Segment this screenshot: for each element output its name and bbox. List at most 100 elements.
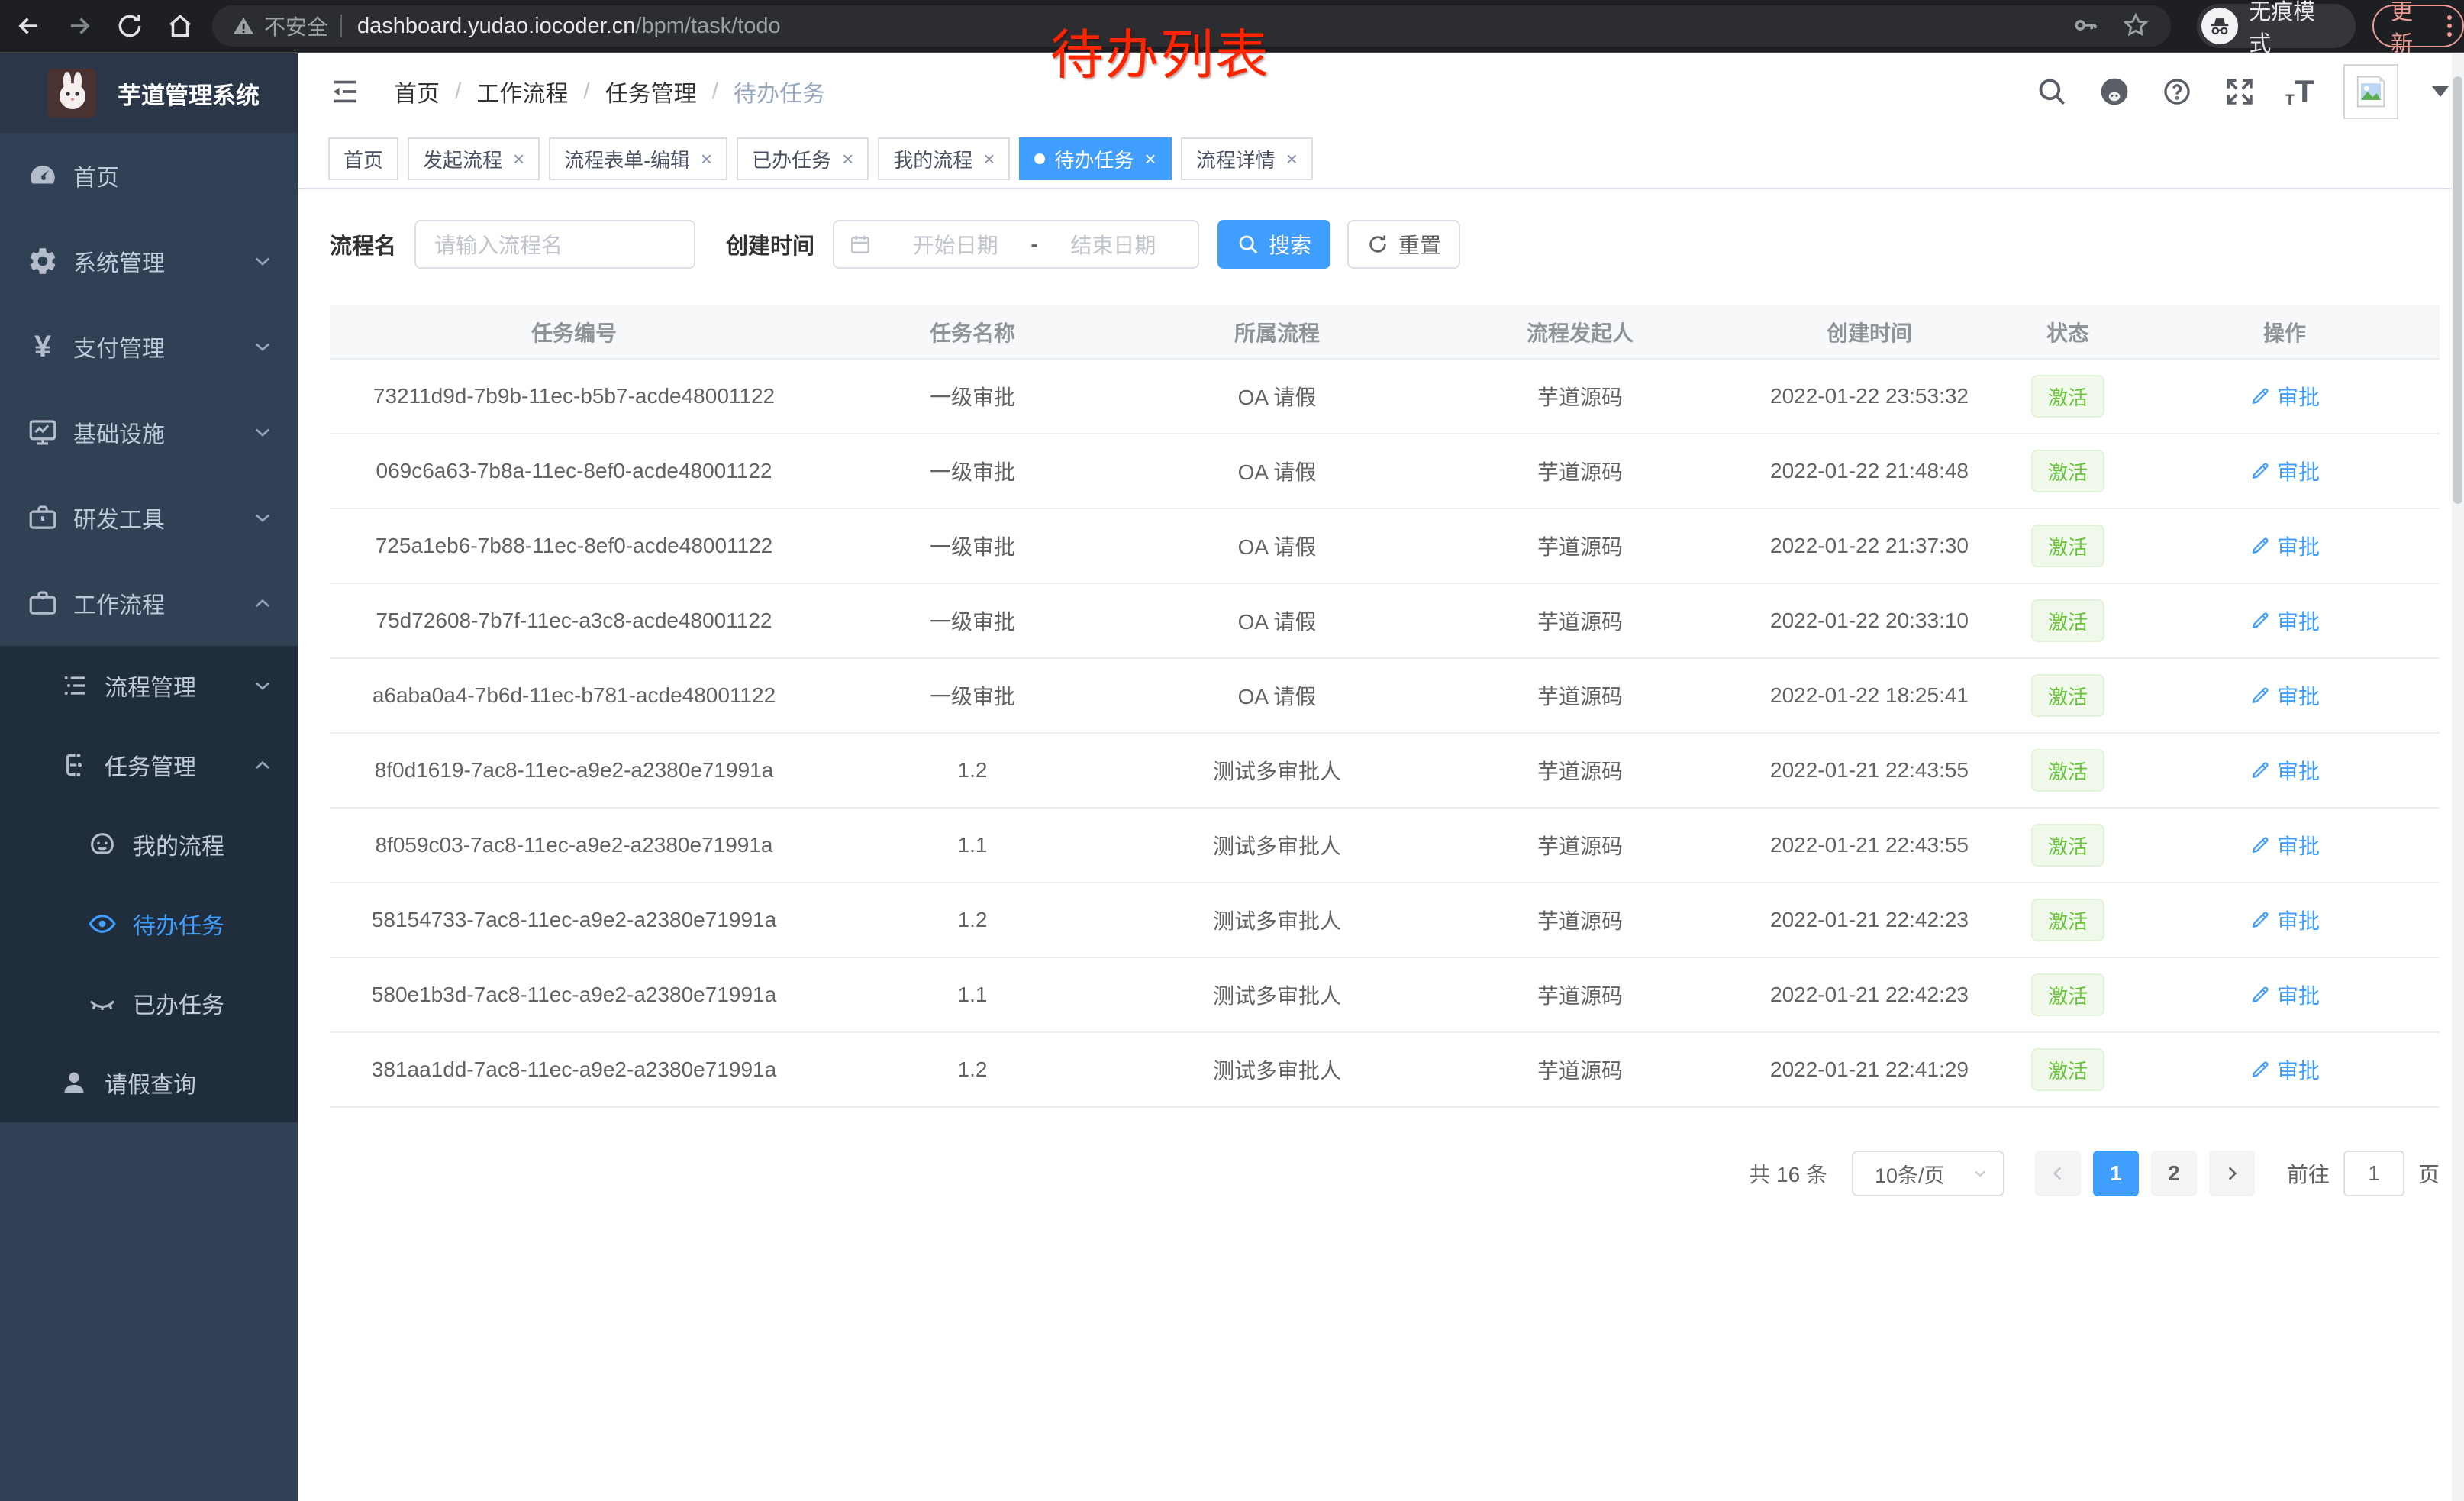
task-id-cell: a6aba0a4-7b6d-11ec-b781-acde48001122 — [330, 658, 818, 733]
scrollbar-thumb[interactable] — [2453, 76, 2462, 504]
tab-process-detail[interactable]: 流程详情× — [1181, 137, 1313, 180]
page-button-1[interactable]: 1 — [2093, 1151, 2139, 1196]
browser-home-icon[interactable] — [165, 11, 195, 41]
chevron-down-icon — [250, 249, 275, 273]
sidebar-item-process-management[interactable]: 流程管理 — [0, 646, 298, 725]
password-key-icon[interactable] — [2072, 11, 2101, 40]
goto-page-input[interactable]: 1 — [2343, 1151, 2404, 1196]
page-button-2[interactable]: 2 — [2151, 1151, 2197, 1196]
column-status: 状态 — [2006, 305, 2130, 359]
chevron-down-icon — [250, 673, 275, 698]
approve-button[interactable]: 审批 — [2250, 531, 2320, 561]
tab-form-edit[interactable]: 流程表单-编辑× — [549, 137, 727, 180]
task-id-cell: 58154733-7ac8-11ec-a9e2-a2380e71991a — [330, 883, 818, 957]
sidebar-item-my-process[interactable]: 我的流程 — [0, 805, 298, 884]
approve-button[interactable]: 审批 — [2250, 1054, 2320, 1085]
create-time-cell: 2022-01-21 22:43:55 — [1733, 808, 2006, 883]
sidebar-item-task-management[interactable]: 任务管理 — [0, 725, 298, 805]
approve-button[interactable]: 审批 — [2250, 980, 2320, 1010]
sidebar-item-home[interactable]: 首页 — [0, 133, 298, 218]
help-icon[interactable] — [2160, 75, 2194, 108]
close-icon[interactable]: × — [513, 149, 524, 169]
sidebar-item-leave-query[interactable]: 请假查询 — [0, 1043, 298, 1122]
sidebar-item-devtools[interactable]: 研发工具 — [0, 475, 298, 560]
table-row: 8f059c03-7ac8-11ec-a9e2-a2380e71991a 1.1… — [330, 808, 2440, 883]
table-row: 381aa1dd-7ac8-11ec-a9e2-a2380e71991a 1.2… — [330, 1032, 2440, 1107]
browser-back-icon[interactable] — [14, 11, 44, 41]
page-content: 流程名 请输入流程名 创建时间 开始日期 - 结束日期 — [298, 189, 2464, 1196]
close-icon[interactable]: × — [1286, 149, 1298, 169]
fullscreen-icon[interactable] — [2223, 75, 2256, 108]
table-row: 069c6a63-7b8a-11ec-8ef0-acde48001122 一级审… — [330, 434, 2440, 508]
tab-start-process[interactable]: 发起流程× — [408, 137, 540, 180]
sidebar-item-todo-tasks[interactable]: 待办任务 — [0, 884, 298, 964]
breadcrumb-task-management[interactable]: 任务管理 — [605, 75, 697, 108]
chevron-down-icon — [250, 420, 275, 444]
action-cell: 审批 — [2130, 434, 2440, 508]
approve-button[interactable]: 审批 — [2250, 605, 2320, 636]
edit-pencil-icon — [2250, 760, 2271, 781]
date-range-picker[interactable]: 开始日期 - 结束日期 — [833, 220, 1199, 269]
approve-button[interactable]: 审批 — [2250, 830, 2320, 860]
github-icon[interactable] — [2098, 75, 2131, 108]
tab-done-tasks[interactable]: 已办任务× — [737, 137, 869, 180]
column-task-id: 任务编号 — [330, 305, 818, 359]
sidebar-item-system[interactable]: 系统管理 — [0, 218, 298, 304]
breadcrumb-home[interactable]: 首页 — [394, 75, 440, 108]
table-row: 8f0d1619-7ac8-11ec-a9e2-a2380e71991a 1.2… — [330, 733, 2440, 808]
avatar-dropdown-caret[interactable] — [2432, 86, 2449, 97]
sidebar-item-infrastructure[interactable]: 基础设施 — [0, 389, 298, 475]
close-icon[interactable]: × — [1145, 149, 1156, 169]
font-size-icon[interactable]: тT — [2285, 76, 2314, 108]
close-icon[interactable]: × — [842, 149, 853, 169]
process-name-input[interactable]: 请输入流程名 — [414, 220, 695, 269]
avatar[interactable] — [2343, 64, 2398, 119]
action-cell: 审批 — [2130, 733, 2440, 808]
approve-button[interactable]: 审批 — [2250, 456, 2320, 486]
search-icon[interactable] — [2035, 75, 2069, 108]
close-icon[interactable]: × — [701, 149, 712, 169]
update-button[interactable]: 更新 — [2372, 5, 2464, 47]
tab-todo-tasks[interactable]: 待办任务× — [1019, 137, 1171, 180]
start-date-placeholder: 开始日期 — [885, 229, 1026, 260]
status-badge: 激活 — [2031, 674, 2104, 717]
tab-my-process[interactable]: 我的流程× — [878, 137, 1010, 180]
reset-button[interactable]: 重置 — [1347, 220, 1460, 269]
logo-row[interactable]: 芋道管理系统 — [0, 53, 298, 133]
approve-button[interactable]: 审批 — [2250, 680, 2320, 711]
search-button[interactable]: 搜索 — [1217, 220, 1330, 269]
browser-forward-icon[interactable] — [64, 11, 95, 41]
tags-view-bar: 首页 发起流程× 流程表单-编辑× 已办任务× 我的流程× 待办任务× 流程详情… — [298, 130, 2464, 189]
breadcrumb-workflow[interactable]: 工作流程 — [476, 75, 568, 108]
address-bar[interactable]: 不安全 dashboard.yudao.iocoder.cn /bpm/task… — [212, 5, 2171, 47]
gear-icon — [26, 244, 60, 278]
tab-home[interactable]: 首页 — [328, 137, 398, 180]
edit-pencil-icon — [2250, 834, 2271, 856]
next-page-button[interactable] — [2209, 1151, 2255, 1196]
browser-menu-icon[interactable] — [2447, 15, 2452, 37]
not-secure-icon — [232, 15, 255, 37]
address-divider — [340, 15, 342, 37]
close-icon[interactable]: × — [983, 149, 995, 169]
sidebar-item-payment[interactable]: ¥ 支付管理 — [0, 304, 298, 389]
page-size-select[interactable]: 10条/页 — [1852, 1151, 2004, 1196]
approve-button[interactable]: 审批 — [2250, 905, 2320, 935]
starter-cell: 芋道源码 — [1427, 957, 1733, 1032]
starter-cell: 芋道源码 — [1427, 733, 1733, 808]
screen: 不安全 dashboard.yudao.iocoder.cn /bpm/task… — [0, 0, 2464, 1501]
approve-button[interactable]: 审批 — [2250, 381, 2320, 412]
status-cell: 激活 — [2006, 1032, 2130, 1107]
sidebar-item-workflow[interactable]: 工作流程 — [0, 560, 298, 646]
approve-button[interactable]: 审批 — [2250, 755, 2320, 786]
refresh-icon — [1366, 233, 1389, 256]
sidebar-fold-icon[interactable] — [328, 75, 362, 108]
page-scrollbar[interactable] — [2452, 53, 2464, 1501]
sidebar-item-done-tasks[interactable]: 已办任务 — [0, 964, 298, 1043]
task-id-cell: 8f0d1619-7ac8-11ec-a9e2-a2380e71991a — [330, 733, 818, 808]
bookmark-star-icon[interactable] — [2122, 11, 2151, 40]
prev-page-button[interactable] — [2035, 1151, 2081, 1196]
action-cell: 审批 — [2130, 508, 2440, 583]
incognito-badge: 无痕模式 — [2197, 4, 2356, 48]
browser-reload-icon[interactable] — [114, 11, 145, 41]
task-id-cell: 725a1eb6-7b88-11ec-8ef0-acde48001122 — [330, 508, 818, 583]
